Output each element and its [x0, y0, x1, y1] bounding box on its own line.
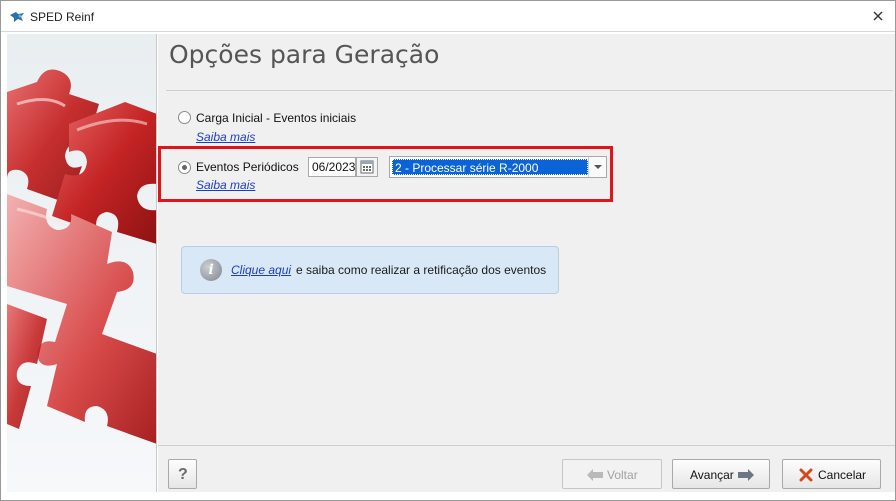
- title-bar: SPED Reinf: [1, 1, 895, 32]
- arrow-right-icon: [738, 469, 754, 481]
- cancel-button-label: Cancelar: [818, 468, 867, 482]
- period-date-input[interactable]: 06/2023: [308, 157, 356, 177]
- dialog-window: SPED Reinf Opções para Geração Carga Ini…: [0, 0, 896, 501]
- info-text: e saiba como realizar a retificação dos …: [296, 263, 547, 277]
- cancel-x-icon: [799, 468, 813, 482]
- info-icon: i: [200, 259, 222, 281]
- window-title: SPED Reinf: [30, 10, 95, 24]
- saiba-mais-link-eventos-periodicos[interactable]: Saiba mais: [196, 178, 255, 192]
- footer-divider: [158, 445, 895, 446]
- radio-eventos-periodicos-label[interactable]: Eventos Periódicos: [196, 160, 299, 174]
- wizard-content: Opções para Geração Carga Inicial - Even…: [158, 34, 895, 492]
- process-series-selected-value: 2 - Processar série R-2000: [392, 159, 588, 175]
- calendar-button[interactable]: [356, 157, 378, 177]
- help-button[interactable]: ?: [168, 459, 197, 489]
- wizard-side-image: [7, 34, 157, 492]
- puzzle-illustration: [7, 69, 156, 444]
- saiba-mais-link-carga-inicial[interactable]: Saiba mais: [196, 130, 255, 144]
- next-button[interactable]: Avançar: [672, 459, 770, 489]
- help-button-label: ?: [178, 466, 188, 483]
- calendar-icon: [360, 160, 374, 174]
- cancel-button[interactable]: Cancelar: [782, 459, 881, 489]
- next-button-label: Avançar: [690, 468, 734, 482]
- close-icon[interactable]: [871, 9, 885, 23]
- arrow-left-icon: [587, 469, 603, 481]
- process-series-select[interactable]: 2 - Processar série R-2000: [389, 156, 607, 178]
- back-button[interactable]: Voltar: [562, 459, 662, 489]
- radio-eventos-periodicos[interactable]: [178, 161, 191, 174]
- back-button-label: Voltar: [607, 468, 638, 482]
- sped-logo-icon: [10, 12, 24, 22]
- clique-aqui-link[interactable]: Clique aqui: [231, 263, 291, 277]
- chevron-down-icon[interactable]: [588, 157, 606, 177]
- radio-carga-inicial[interactable]: [178, 111, 191, 124]
- info-banner: i Clique aqui e saiba como realizar a re…: [181, 246, 559, 294]
- title-divider: [166, 90, 893, 91]
- radio-carga-inicial-label[interactable]: Carga Inicial - Eventos iniciais: [196, 111, 356, 125]
- page-title: Opções para Geração: [169, 40, 440, 69]
